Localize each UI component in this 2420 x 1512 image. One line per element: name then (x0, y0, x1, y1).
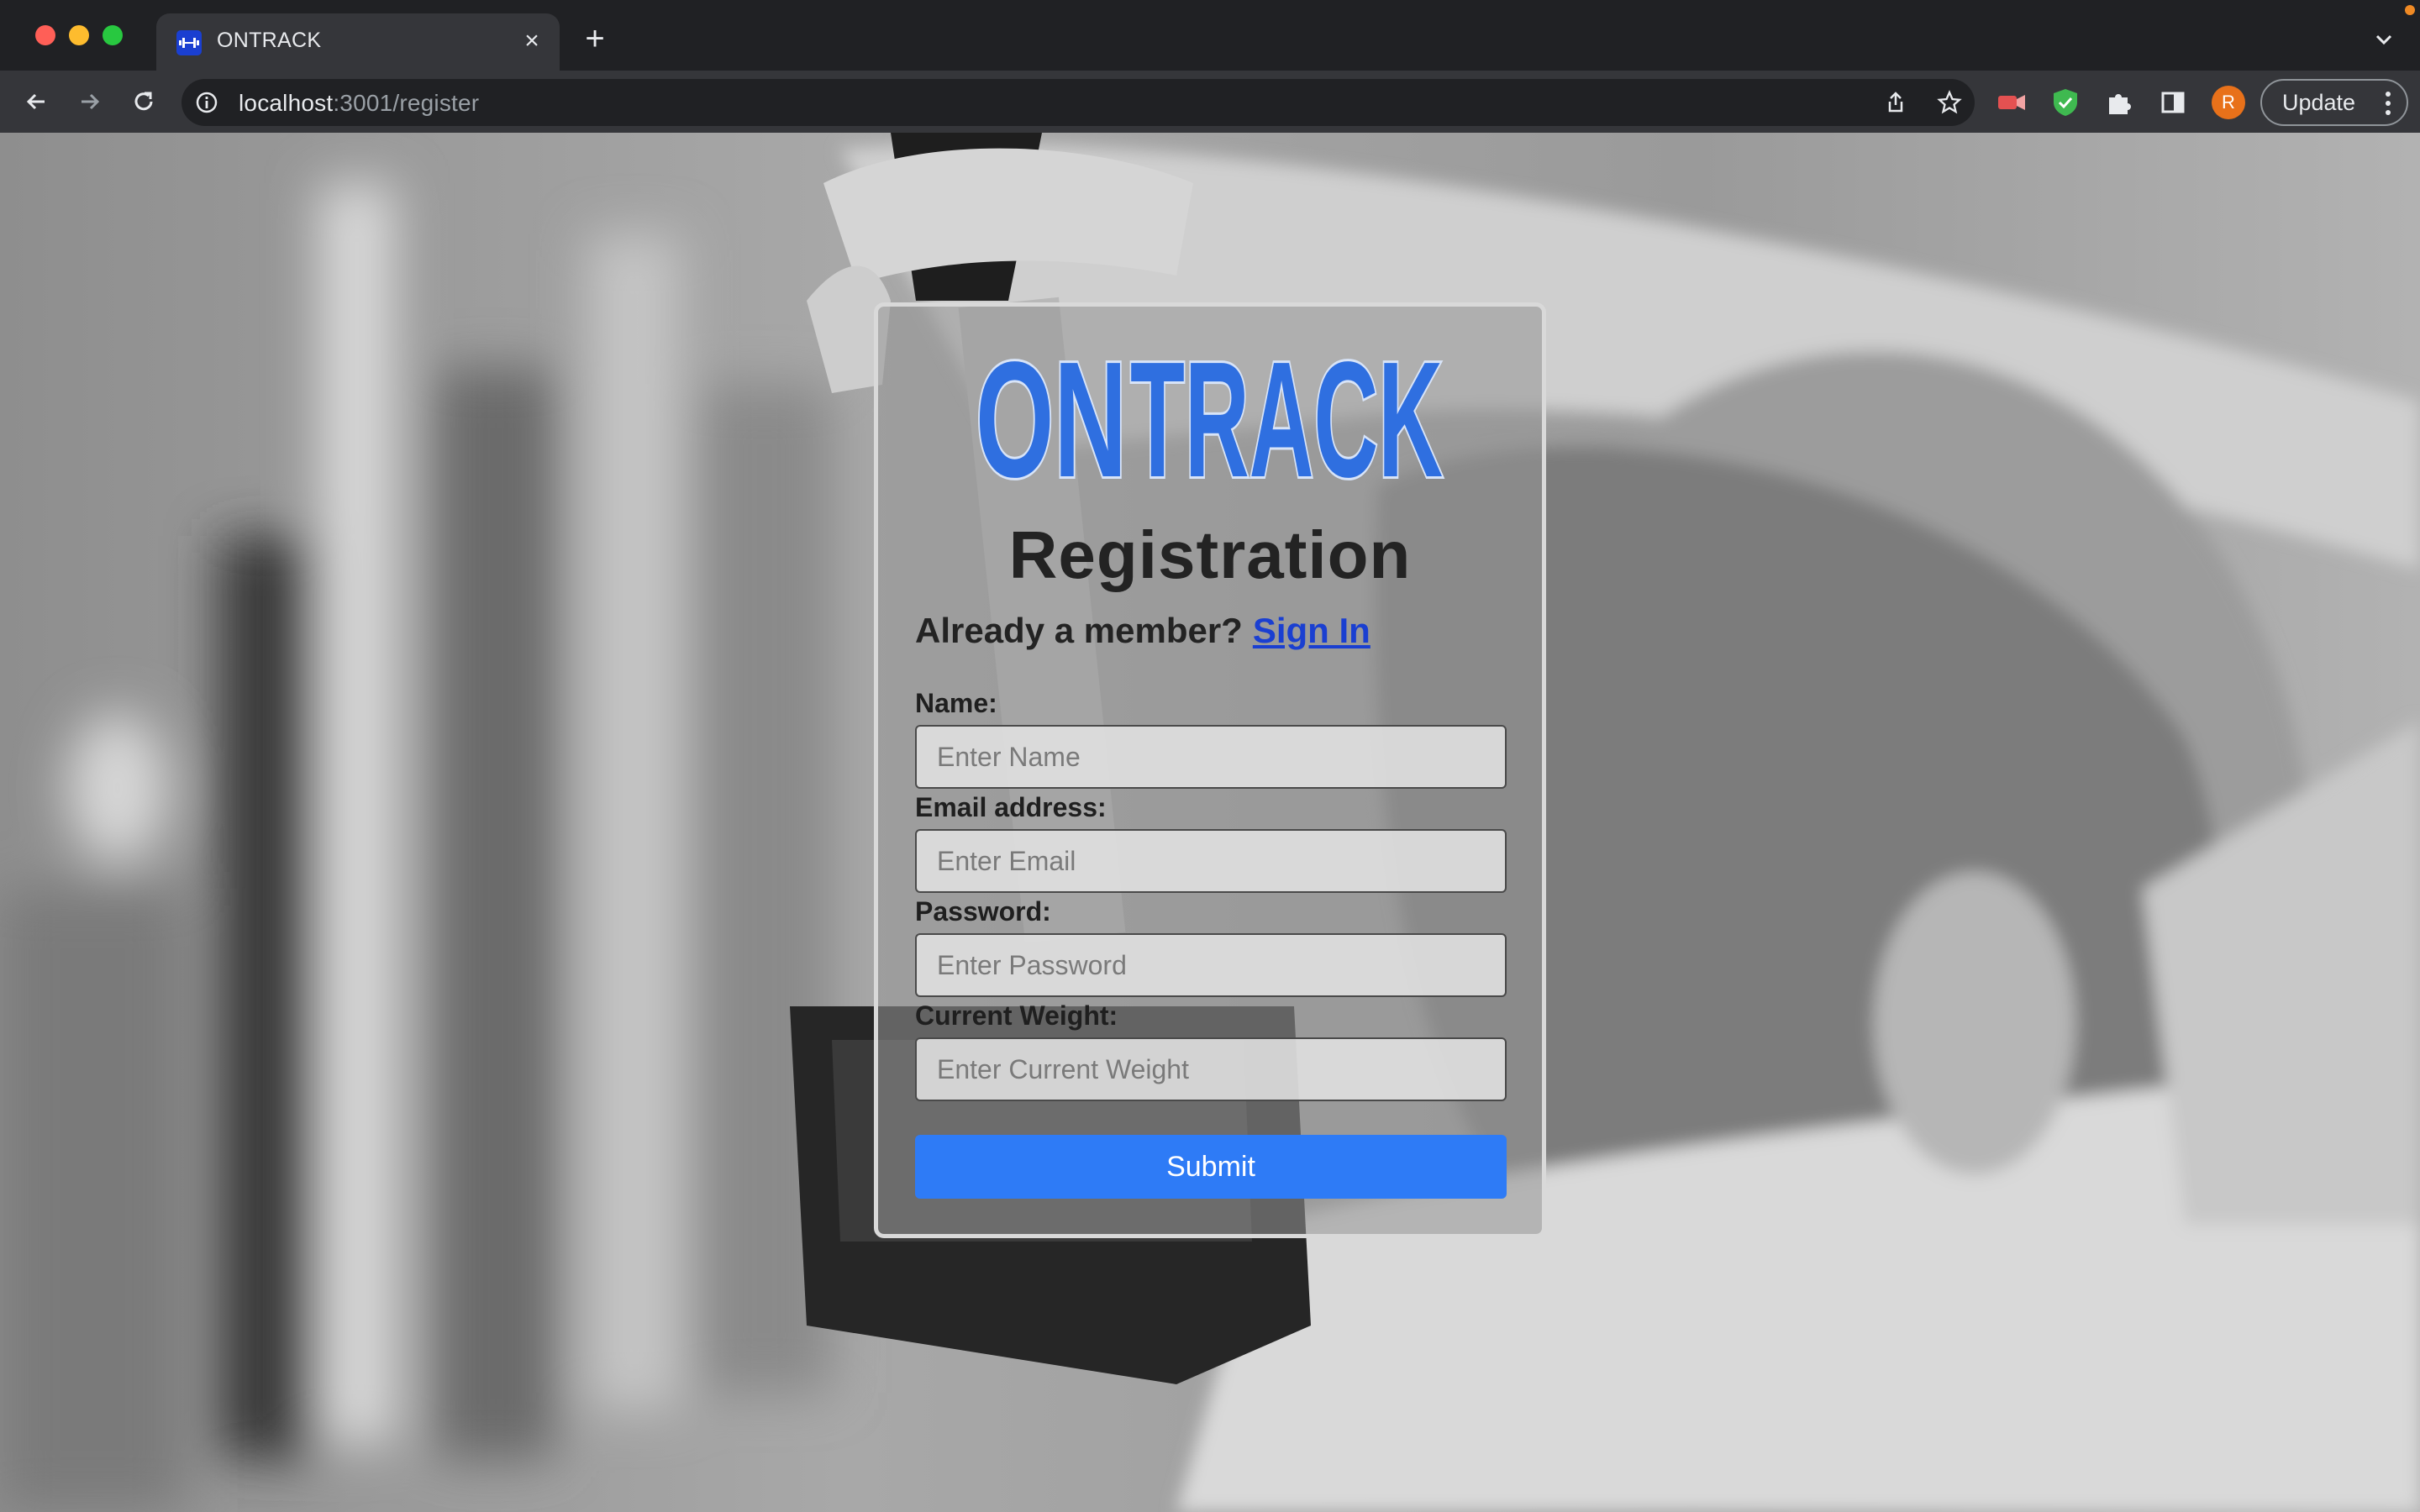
close-window-button[interactable] (35, 25, 55, 45)
maximize-window-button[interactable] (103, 25, 123, 45)
update-button[interactable]: Update (2260, 79, 2408, 126)
ontrack-logo: ON TRACK (973, 339, 1445, 490)
page-title: Registration (1008, 517, 1412, 592)
submit-button[interactable]: Submit (915, 1135, 1507, 1199)
member-prompt-row: Already a member? Sign In (915, 611, 1370, 651)
reload-icon[interactable] (126, 84, 161, 119)
name-field[interactable] (915, 725, 1507, 789)
sign-in-link[interactable]: Sign In (1253, 611, 1370, 650)
shield-icon[interactable] (2049, 86, 2082, 119)
browser-window: ONTRACK × + localhost:3001/register R Up… (0, 0, 2420, 1512)
name-label: Name: (915, 688, 997, 718)
tab-title: ONTRACK (217, 29, 322, 52)
dumbbell-icon (176, 30, 202, 55)
puzzle-icon[interactable] (2102, 86, 2136, 119)
back-arrow-icon[interactable] (18, 84, 54, 119)
minimize-window-button[interactable] (69, 25, 89, 45)
email-field[interactable] (915, 829, 1507, 893)
tab-strip: ONTRACK × + (0, 0, 2420, 71)
share-icon[interactable] (1882, 89, 1909, 116)
notification-dot (2405, 5, 2415, 15)
tab-ontrack[interactable]: ONTRACK × (156, 13, 560, 71)
logo-on-text: ON (976, 339, 1127, 490)
sidebar-icon[interactable] (2156, 86, 2190, 119)
plus-icon[interactable]: + (580, 20, 610, 57)
url-text: localhost:3001/register (239, 90, 480, 116)
star-icon[interactable] (1936, 89, 1963, 116)
email-label: Email address: (915, 792, 1107, 822)
chevron-down-icon[interactable] (2371, 27, 2396, 52)
password-field[interactable] (915, 933, 1507, 997)
password-label: Password: (915, 896, 1051, 927)
registration-card: ON TRACK Registration Already a member? S… (874, 302, 1546, 1238)
current-weight-field[interactable] (915, 1037, 1507, 1101)
logo-track-text: TRACK (1130, 339, 1443, 490)
close-icon[interactable]: × (518, 27, 546, 55)
extension-icon[interactable] (1995, 86, 2028, 119)
forward-arrow-icon[interactable] (72, 84, 108, 119)
update-label: Update (2282, 89, 2356, 115)
current-weight-label: Current Weight: (915, 1000, 1118, 1031)
browser-toolbar: localhost:3001/register R Update (0, 71, 2420, 133)
address-bar[interactable]: localhost:3001/register (182, 79, 1975, 126)
info-icon[interactable] (193, 89, 220, 116)
member-prompt: Already a member? (915, 611, 1243, 650)
avatar[interactable]: R (2212, 86, 2245, 119)
more-vert-icon[interactable] (2385, 91, 2391, 116)
page-viewport: ON TRACK Registration Already a member? S… (0, 133, 2420, 1512)
